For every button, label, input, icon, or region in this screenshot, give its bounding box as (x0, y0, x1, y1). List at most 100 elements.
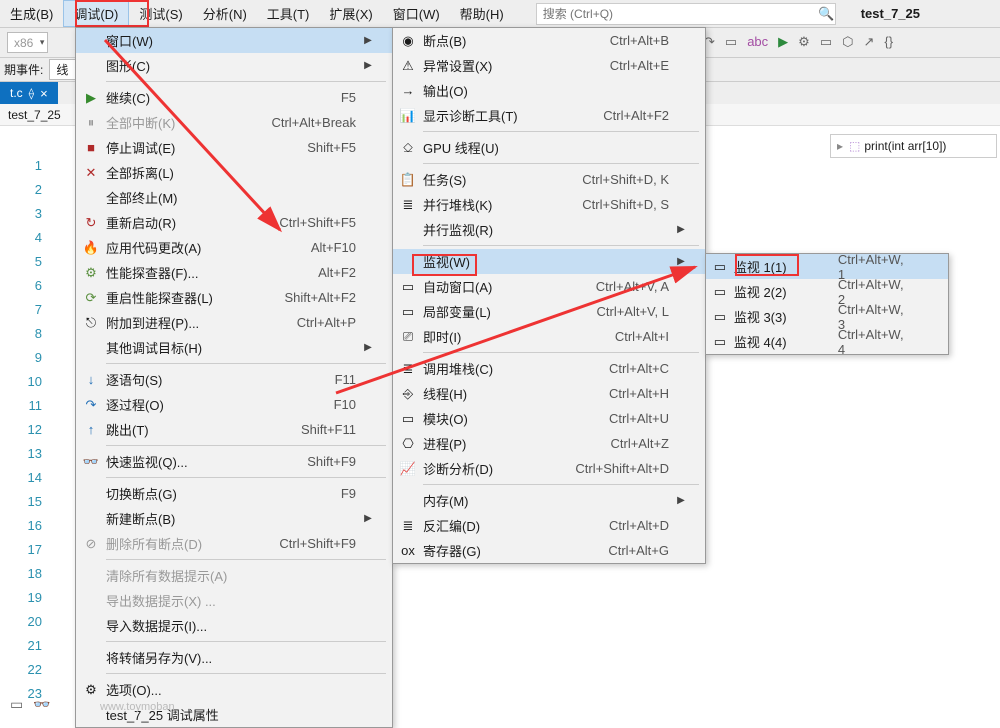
line-gutter: 1234567891011121314151617181920212223 (0, 158, 50, 710)
menu-item[interactable]: ↑跳出(T)Shift+F11 (76, 417, 392, 442)
menu-item-icon: ox (393, 543, 423, 558)
pin-icon[interactable]: ⟠ (29, 87, 34, 100)
submenu-arrow-icon: ▶ (675, 256, 687, 267)
search-box[interactable]: 🔍 (536, 3, 836, 25)
menu-item[interactable]: 图形(C)▶ (76, 53, 392, 78)
menu-debug[interactable]: 调试(D) (63, 0, 129, 27)
menu-item-shortcut: Ctrl+Shift+F9 (255, 536, 362, 551)
menu-item[interactable]: ⎆线程(H)Ctrl+Alt+H (393, 381, 705, 406)
menu-item[interactable]: ≣调用堆栈(C)Ctrl+Alt+C (393, 356, 705, 381)
menu-item[interactable]: ■停止调试(E)Shift+F5 (76, 135, 392, 160)
menu-item[interactable]: 新建断点(B)▶ (76, 506, 392, 531)
tool-icon[interactable]: ⚙ (798, 34, 810, 50)
menu-item[interactable]: ↓逐语句(S)F11 (76, 367, 392, 392)
menu-item[interactable]: ▭监视 2(2)Ctrl+Alt+W, 2 (706, 279, 948, 304)
menu-item[interactable]: ⎚即时(I)Ctrl+Alt+I (393, 324, 705, 349)
menu-test[interactable]: 测试(S) (129, 0, 192, 27)
menu-extensions[interactable]: 扩展(X) (319, 0, 382, 27)
menu-item[interactable]: 切换断点(G) F9 (76, 481, 392, 506)
platform-combo[interactable]: x86 (7, 32, 48, 53)
menu-item[interactable]: ⚠异常设置(X)Ctrl+Alt+E (393, 53, 705, 78)
menu-item-shortcut: Ctrl+Alt+G (584, 543, 675, 558)
menu-item[interactable]: 窗口(W)▶ (76, 28, 392, 53)
menu-item[interactable]: ▭局部变量(L)Ctrl+Alt+V, L (393, 299, 705, 324)
close-icon[interactable]: × (40, 86, 48, 101)
gpu-icon[interactable]: ▭ (725, 34, 737, 50)
menu-item-label: 快速监视(Q)... (106, 452, 246, 471)
file-tab[interactable]: t.c ⟠ × (0, 82, 58, 104)
menu-item[interactable]: ▶继续(C)F5 (76, 85, 392, 110)
output-icon[interactable]: ▭ (10, 696, 23, 713)
menu-item[interactable]: ✕全部拆离(L) (76, 160, 392, 185)
menu-item[interactable]: 👓快速监视(Q)...Shift+F9 (76, 449, 392, 474)
menu-item[interactable]: ≣反汇编(D)Ctrl+Alt+D (393, 513, 705, 538)
search-input[interactable] (537, 7, 818, 21)
footer-disclaimer: www.toymoban (100, 701, 175, 713)
menu-item[interactable]: 并行监视(R)▶ (393, 217, 705, 242)
menu-item[interactable]: 🔥应用代码更改(A)Alt+F10 (76, 235, 392, 260)
menu-help[interactable]: 帮助(H) (450, 0, 514, 27)
menu-item-label: 性能探查器(F)... (106, 263, 246, 282)
menu-item[interactable]: ▭监视 1(1)Ctrl+Alt+W, 1 (706, 254, 948, 279)
menu-item-label: 切换断点(G) (106, 484, 246, 503)
menu-item-label: 内存(M) (423, 491, 541, 510)
menu-item[interactable]: ▭模块(O)Ctrl+Alt+U (393, 406, 705, 431)
menu-item[interactable]: ▭监视 4(4)Ctrl+Alt+W, 4 (706, 329, 948, 354)
menu-item-icon: ⚙ (76, 265, 106, 281)
menu-item[interactable]: 清除所有数据提示(A) (76, 563, 392, 588)
menu-item[interactable]: 导出数据提示(X) ... (76, 588, 392, 613)
menu-item[interactable]: 内存(M)▶ (393, 488, 705, 513)
menu-analyze[interactable]: 分析(N) (193, 0, 257, 27)
submenu-arrow-icon: ▶ (362, 513, 374, 524)
menu-item[interactable]: 其他调试目标(H)▶ (76, 335, 392, 360)
menu-item-icon: ⎆ (393, 386, 423, 402)
menu-item[interactable]: ⚙性能探查器(F)...Alt+F2 (76, 260, 392, 285)
menu-item[interactable]: ox寄存器(G)Ctrl+Alt+G (393, 538, 705, 563)
menu-item[interactable]: ⟳重启性能探查器(L)Shift+Alt+F2 (76, 285, 392, 310)
menu-item[interactable]: ≣并行堆栈(K)Ctrl+Shift+D, S (393, 192, 705, 217)
menu-item[interactable]: ⎋附加到进程(P)...Ctrl+Alt+P (76, 310, 392, 335)
error-icon[interactable]: 👓 (33, 696, 50, 713)
menu-window[interactable]: 窗口(W) (383, 0, 450, 27)
menu-item-label: 逐语句(S) (106, 370, 246, 389)
menu-item[interactable]: ↷逐过程(O)F10 (76, 392, 392, 417)
window-icon[interactable]: ▭ (820, 34, 832, 50)
arrow-icon[interactable]: ↗ (863, 34, 874, 50)
menu-item[interactable]: 全部终止(M) (76, 185, 392, 210)
menu-item[interactable]: 📈诊断分析(D)Ctrl+Shift+Alt+D (393, 456, 705, 481)
menu-item-shortcut: F9 (317, 486, 362, 501)
menu-build[interactable]: 生成(B) (0, 0, 63, 27)
menu-item[interactable]: ⚙选项(O)... (76, 677, 392, 702)
menu-item-label: 全部终止(M) (106, 188, 246, 207)
menu-item[interactable]: ↻重新启动(R)Ctrl+Shift+F5 (76, 210, 392, 235)
menu-item[interactable]: ⊘删除所有断点(D)Ctrl+Shift+F9 (76, 531, 392, 556)
menu-item-label: 即时(I) (423, 327, 541, 346)
menu-item-label: 将转储另存为(V)... (106, 648, 246, 667)
flag-icon[interactable]: ▶ (778, 34, 788, 50)
menu-item[interactable]: 📊显示诊断工具(T)Ctrl+Alt+F2 (393, 103, 705, 128)
method-nav[interactable]: ▸ ⬚ print(int arr[10]) (830, 134, 997, 158)
menu-item[interactable]: ▭自动窗口(A)Ctrl+Alt+V, A (393, 274, 705, 299)
menu-item-shortcut: Ctrl+Alt+W, 4 (814, 327, 919, 357)
menu-item[interactable]: 导入数据提示(I)... (76, 613, 392, 638)
menu-item[interactable]: 将转储另存为(V)... (76, 645, 392, 670)
menu-item[interactable]: ⏸全部中断(K)Ctrl+Alt+Break (76, 110, 392, 135)
line-number: 13 (0, 446, 50, 470)
menu-item[interactable]: 📋任务(S)Ctrl+Shift+D, K (393, 167, 705, 192)
menu-item-shortcut: Shift+Alt+F2 (260, 290, 362, 305)
menu-item[interactable]: →输出(O) (393, 78, 705, 103)
chevron-left-icon[interactable]: ▸ (837, 139, 843, 153)
menu-item-label: 监视 3(3) (734, 307, 814, 326)
menu-item[interactable]: ⎐GPU 线程(U) (393, 135, 705, 160)
menu-item[interactable]: ◉断点(B)Ctrl+Alt+B (393, 28, 705, 53)
submenu-arrow-icon: ▶ (362, 35, 374, 46)
menu-item[interactable]: ⎔进程(P)Ctrl+Alt+Z (393, 431, 705, 456)
hex-icon[interactable]: ⬡ (842, 34, 853, 50)
curly-icon[interactable]: {} (884, 34, 893, 50)
line-number: 9 (0, 350, 50, 374)
menu-item[interactable]: 监视(W)▶ (393, 249, 705, 274)
menu-item-label: 并行堆栈(K) (423, 195, 541, 214)
menu-tools[interactable]: 工具(T) (257, 0, 320, 27)
menu-item[interactable]: ▭监视 3(3)Ctrl+Alt+W, 3 (706, 304, 948, 329)
abc-icon[interactable]: abc (747, 34, 768, 50)
